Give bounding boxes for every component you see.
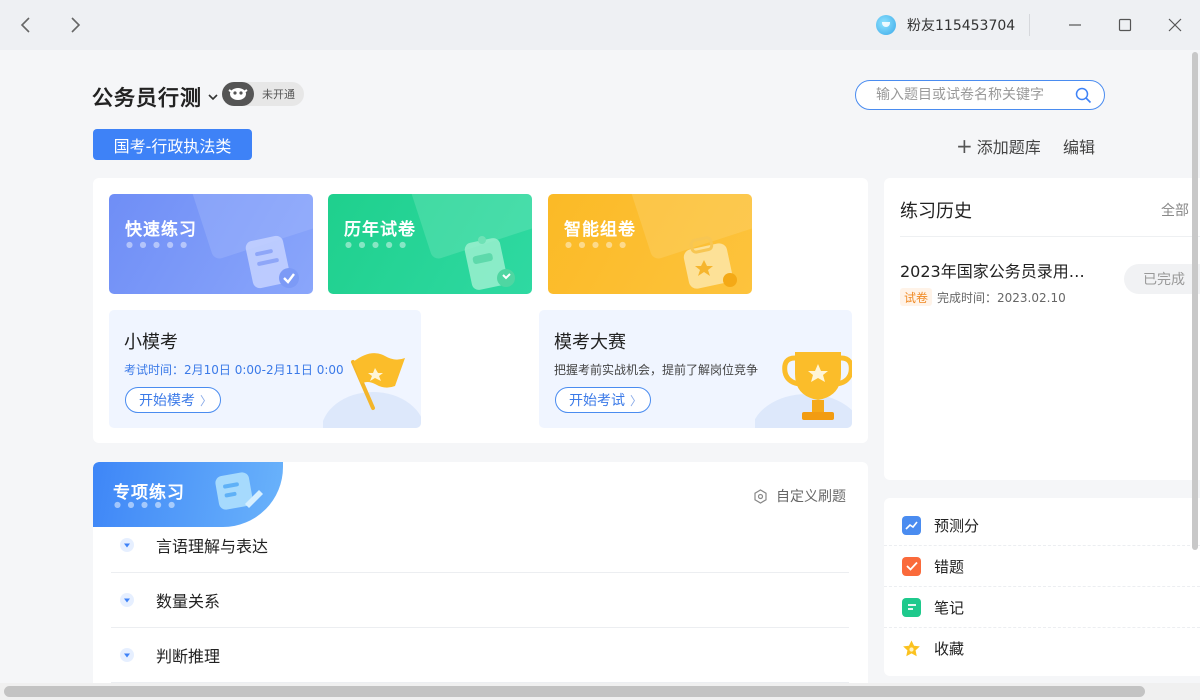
topic-item[interactable]: 言语理解与表达 bbox=[111, 518, 849, 573]
special-practice-card: 专项练习 ● ● ● ● ● 自定义刷题 言语理解与表达 数量关系 判断推理 bbox=[93, 462, 868, 700]
topic-label: 数量关系 bbox=[156, 592, 221, 611]
tool-forecast[interactable]: 预测分 bbox=[884, 505, 1200, 546]
quick-practice-card[interactable]: 快速练习 ● ● ● ● ● bbox=[109, 194, 313, 294]
notes-icon bbox=[902, 597, 921, 617]
tool-favorites[interactable]: 收藏 bbox=[884, 628, 1200, 669]
practice-book-icon bbox=[215, 472, 263, 510]
competition-desc: 把握考前实战机会，提前了解岗位竞争 bbox=[554, 363, 759, 377]
competition-title: 模考大赛 bbox=[554, 332, 626, 353]
start-mock-button[interactable]: 开始模考 〉 bbox=[125, 387, 222, 413]
custom-practice-button[interactable]: 自定义刷题 bbox=[753, 486, 846, 506]
favorites-icon bbox=[902, 639, 921, 658]
decor-dots: ● ● ● ● ● bbox=[114, 500, 178, 509]
avatar bbox=[876, 15, 896, 35]
past-papers-label: 历年试卷 bbox=[344, 220, 416, 240]
search-box[interactable] bbox=[855, 80, 1105, 110]
expand-icon bbox=[120, 538, 134, 552]
expand-icon bbox=[120, 593, 134, 607]
divider bbox=[900, 236, 1200, 237]
chevron-right-icon: 〉 bbox=[630, 393, 643, 408]
tool-label: 预测分 bbox=[934, 516, 980, 535]
past-papers-card[interactable]: 历年试卷 ● ● ● ● ● bbox=[328, 194, 532, 294]
title-bar: 粉友115453704 bbox=[0, 0, 1200, 50]
close-icon bbox=[1168, 18, 1182, 32]
scroll-thumb[interactable] bbox=[1192, 52, 1198, 550]
custom-practice-label: 自定义刷题 bbox=[776, 489, 846, 505]
quick-practice-label: 快速练习 bbox=[125, 220, 197, 240]
subject-title: 公务员行测 bbox=[92, 86, 202, 110]
tool-notes[interactable]: 笔记 bbox=[884, 587, 1200, 628]
user-name: 粉友115453704 bbox=[907, 18, 1016, 34]
smart-paper-card[interactable]: 智能组卷 ● ● ● ● ● bbox=[548, 194, 752, 294]
add-question-bank-button[interactable]: + 添加题库 bbox=[956, 134, 1041, 158]
history-title: 练习历史 bbox=[900, 201, 972, 222]
topic-item[interactable]: 判断推理 bbox=[111, 628, 849, 683]
tools-panel: 预测分 错题 笔记 收藏 bbox=[884, 498, 1200, 676]
smart-paper-icon bbox=[683, 236, 737, 289]
expand-icon bbox=[120, 648, 134, 662]
tool-label: 错题 bbox=[934, 557, 965, 576]
tool-label: 笔记 bbox=[934, 598, 965, 617]
user-menu[interactable]: 粉友115453704 bbox=[876, 15, 1015, 35]
past-papers-icon bbox=[464, 236, 515, 290]
tool-mistakes[interactable]: 错题 bbox=[884, 546, 1200, 587]
search-icon[interactable] bbox=[1075, 87, 1092, 104]
vip-icon bbox=[222, 82, 254, 106]
practice-modes-card: 快速练习 ● ● ● ● ● 历年试卷 ● ● ● ● ● 智能组卷 ● ● ●… bbox=[93, 178, 868, 443]
start-mock-label: 开始模考 bbox=[139, 393, 195, 409]
back-button[interactable] bbox=[13, 12, 39, 38]
maximize-icon bbox=[1118, 18, 1132, 32]
badge-label: 未开通 bbox=[262, 88, 295, 101]
tab-category[interactable]: 国考-行政执法类 bbox=[93, 129, 252, 160]
mini-mock-exam-card[interactable]: 小模考 考试时间：2月10日 0:00-2月11日 0:00 开始模考 〉 bbox=[109, 310, 421, 428]
vertical-scrollbar[interactable] bbox=[1190, 50, 1200, 683]
search-input[interactable] bbox=[876, 87, 1066, 103]
flag-icon bbox=[323, 353, 421, 428]
start-exam-label: 开始考试 bbox=[569, 393, 625, 409]
plus-icon: + bbox=[956, 134, 973, 158]
trophy-icon bbox=[755, 352, 852, 428]
forward-button[interactable] bbox=[62, 12, 88, 38]
scroll-thumb[interactable] bbox=[4, 686, 1145, 697]
chevron-right-icon: 〉 bbox=[200, 393, 213, 408]
decor-dots: ● ● ● ● ● bbox=[126, 240, 190, 249]
back-icon bbox=[20, 17, 30, 33]
history-item-title[interactable]: 2023年国家公务员录用考… bbox=[900, 258, 1100, 282]
chevron-down-icon bbox=[208, 94, 218, 101]
completed-status-button[interactable]: 已完成 bbox=[1124, 264, 1200, 294]
minimize-button[interactable] bbox=[1064, 14, 1086, 36]
forward-icon bbox=[71, 17, 81, 33]
mistakes-icon bbox=[902, 556, 921, 576]
close-button[interactable] bbox=[1164, 14, 1186, 36]
title-divider bbox=[1029, 14, 1030, 36]
smart-paper-label: 智能组卷 bbox=[564, 220, 636, 240]
topic-item[interactable]: 数量关系 bbox=[111, 573, 849, 628]
history-all-link[interactable]: 全部 bbox=[1161, 200, 1189, 220]
settings-hex-icon bbox=[754, 488, 767, 504]
completion-time: 完成时间：2023.02.10 bbox=[937, 291, 1066, 305]
edit-button[interactable]: 编辑 bbox=[1063, 134, 1095, 158]
start-exam-button[interactable]: 开始考试 〉 bbox=[555, 387, 652, 413]
mock-competition-card[interactable]: 模考大赛 把握考前实战机会，提前了解岗位竞争 开始考试 〉 bbox=[539, 310, 852, 428]
minimize-icon bbox=[1069, 24, 1081, 26]
forecast-icon bbox=[902, 515, 921, 535]
paper-tag: 试卷 bbox=[900, 288, 933, 306]
add-bank-label: 添加题库 bbox=[976, 138, 1041, 157]
tool-label: 收藏 bbox=[934, 640, 965, 658]
subject-selector[interactable]: 公务员行测 bbox=[92, 82, 218, 112]
decor-dots: ● ● ● ● ● bbox=[345, 240, 409, 249]
topic-label: 言语理解与表达 bbox=[156, 537, 269, 556]
horizontal-scrollbar[interactable] bbox=[0, 683, 1200, 700]
maximize-button[interactable] bbox=[1114, 14, 1136, 36]
decor-dots: ● ● ● ● ● bbox=[565, 240, 629, 249]
topic-label: 判断推理 bbox=[156, 647, 221, 666]
quick-practice-icon bbox=[245, 235, 299, 289]
practice-history-panel: 练习历史 全部 2023年国家公务员录用考… 试卷 完成时间：2023.02.1… bbox=[884, 178, 1200, 480]
mini-mock-time: 考试时间：2月10日 0:00-2月11日 0:00 bbox=[124, 363, 344, 377]
mini-mock-title: 小模考 bbox=[124, 332, 178, 353]
membership-badge[interactable]: 未开通 bbox=[222, 82, 304, 106]
